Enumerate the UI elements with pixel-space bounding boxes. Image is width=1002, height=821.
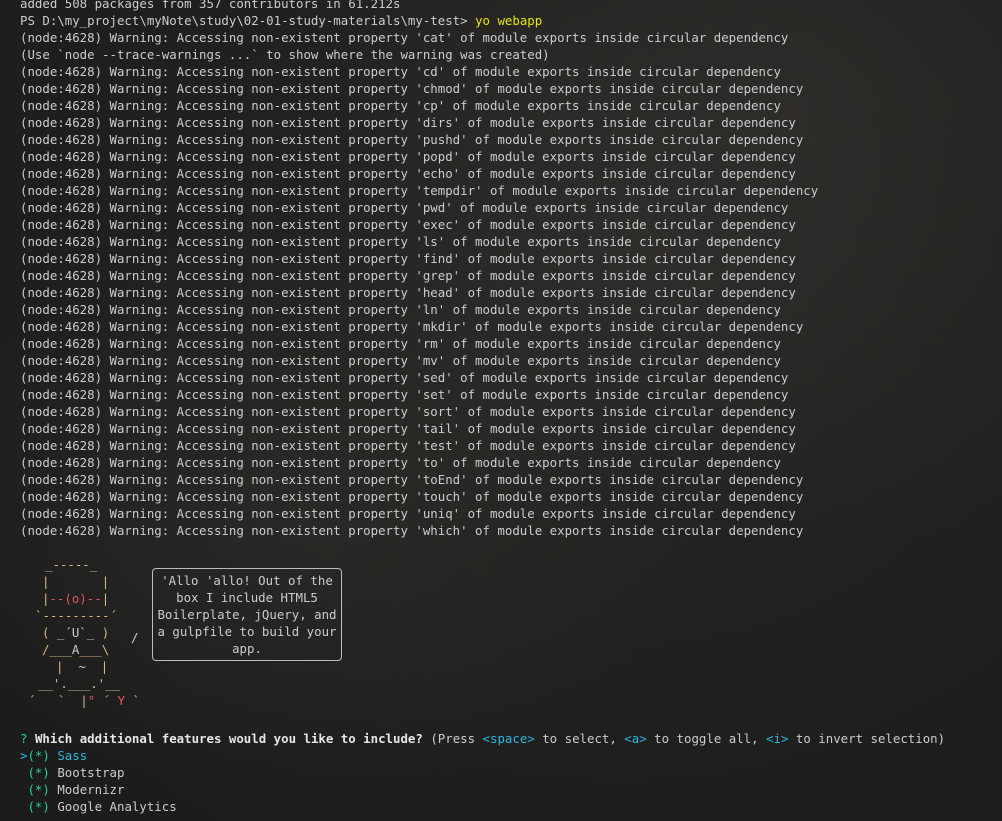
warning-line: (node:4628) Warning: Accessing non-exist… [20, 506, 796, 521]
warning-line: (node:4628) Warning: Accessing non-exist… [20, 183, 819, 198]
warning-line: (node:4628) Warning: Accessing non-exist… [20, 234, 781, 249]
prompt-command: yo webapp [475, 13, 543, 28]
checkbox-checked-icon[interactable]: (*) [27, 782, 57, 797]
feature-checkbox-list[interactable]: >(*) Sass (*) Bootstrap (*) Modernizr (*… [20, 747, 995, 815]
warning-line: (node:4628) Warning: Accessing non-exist… [20, 438, 796, 453]
feature-option-modernizr[interactable]: (*) Modernizr [20, 781, 995, 798]
warning-line: (node:4628) Warning: Accessing non-exist… [20, 523, 804, 538]
warning-line: (node:4628) Warning: Accessing non-exist… [20, 472, 804, 487]
warning-line: (node:4628) Warning: Accessing non-exist… [20, 30, 789, 45]
i-key-hint: <i> [766, 731, 789, 746]
warning-line: (node:4628) Warning: Accessing non-exist… [20, 217, 796, 232]
warning-line: (node:4628) Warning: Accessing non-exist… [20, 370, 789, 385]
option-label: Modernizr [57, 782, 125, 797]
npm-install-summary: added 508 packages from 357 contributors… [20, 0, 401, 11]
warning-line: (node:4628) Warning: Accessing non-exist… [20, 251, 796, 266]
warning-line: (node:4628) Warning: Accessing non-exist… [20, 336, 781, 351]
warning-line: (node:4628) Warning: Accessing non-exist… [20, 353, 781, 368]
speech-bubble: 'Allo 'allo! Out of the box I include HTM… [152, 568, 342, 661]
question-mark-icon: ? [20, 731, 28, 746]
option-label: Bootstrap [57, 765, 125, 780]
checkbox-checked-icon[interactable]: (*) [27, 748, 57, 763]
hint-select: to select, [534, 731, 625, 746]
hint-invert: to invert selection) [788, 731, 946, 746]
space-key-hint: <space> [482, 731, 535, 746]
warning-line: (node:4628) Warning: Accessing non-exist… [20, 285, 796, 300]
option-label: Google Analytics [57, 799, 177, 814]
speech-bubble-tail: / [131, 630, 139, 645]
feature-option-bootstrap[interactable]: (*) Bootstrap [20, 764, 995, 781]
feature-option-google-analytics[interactable]: (*) Google Analytics [20, 798, 995, 815]
speech-line: 'Allo 'allo! Out of the [161, 573, 333, 588]
powershell-prompt-line: PS D:\my_project\myNote\study\02-01-stud… [20, 12, 995, 29]
hint-toggle: to toggle all, [646, 731, 767, 746]
warning-line: (node:4628) Warning: Accessing non-exist… [20, 166, 796, 181]
question-text: Which additional features would you like… [34, 731, 423, 746]
warning-line: (node:4628) Warning: Accessing non-exist… [20, 64, 781, 79]
feature-prompt-question: ? Which additional features would you li… [20, 730, 995, 747]
warning-line: (node:4628) Warning: Accessing non-exist… [20, 302, 781, 317]
warning-line: (node:4628) Warning: Accessing non-exist… [20, 421, 796, 436]
speech-line: a gulpfile to build your [157, 624, 337, 639]
warning-line: (node:4628) Warning: Accessing non-exist… [20, 268, 796, 283]
yeoman-banner: _-----_ | | |--(o)--| `---------´ ( _´U`… [20, 556, 995, 726]
terminal-output[interactable]: added 508 packages from 357 contributors… [20, 0, 995, 815]
speech-line: app. [232, 641, 262, 656]
prompt-path: PS D:\my_project\myNote\study\02-01-stud… [20, 13, 476, 28]
a-key-hint: <a> [624, 731, 647, 746]
warning-list: (node:4628) Warning: Accessing non-exist… [20, 29, 995, 539]
warning-line: (node:4628) Warning: Accessing non-exist… [20, 132, 804, 147]
speech-line: Boilerplate, jQuery, and [157, 607, 337, 622]
warning-line: (node:4628) Warning: Accessing non-exist… [20, 98, 781, 113]
warning-line: (node:4628) Warning: Accessing non-exist… [20, 81, 804, 96]
checkbox-checked-icon[interactable]: (*) [27, 765, 57, 780]
hint-open: (Press [422, 731, 483, 746]
speech-line: box I include HTML5 [176, 590, 318, 605]
warning-line: (node:4628) Warning: Accessing non-exist… [20, 404, 796, 419]
warning-line: (node:4628) Warning: Accessing non-exist… [20, 455, 781, 470]
warning-line: (node:4628) Warning: Accessing non-exist… [20, 200, 789, 215]
option-label: Sass [57, 748, 88, 763]
warning-line: (node:4628) Warning: Accessing non-exist… [20, 115, 796, 130]
warning-line: (node:4628) Warning: Accessing non-exist… [20, 387, 789, 402]
warning-line: (node:4628) Warning: Accessing non-exist… [20, 319, 804, 334]
feature-option-sass[interactable]: >(*) Sass [20, 747, 995, 764]
warning-line: (Use `node --trace-warnings ...` to show… [20, 47, 550, 62]
warning-line: (node:4628) Warning: Accessing non-exist… [20, 149, 796, 164]
warning-line: (node:4628) Warning: Accessing non-exist… [20, 489, 804, 504]
checkbox-checked-icon[interactable]: (*) [27, 799, 57, 814]
